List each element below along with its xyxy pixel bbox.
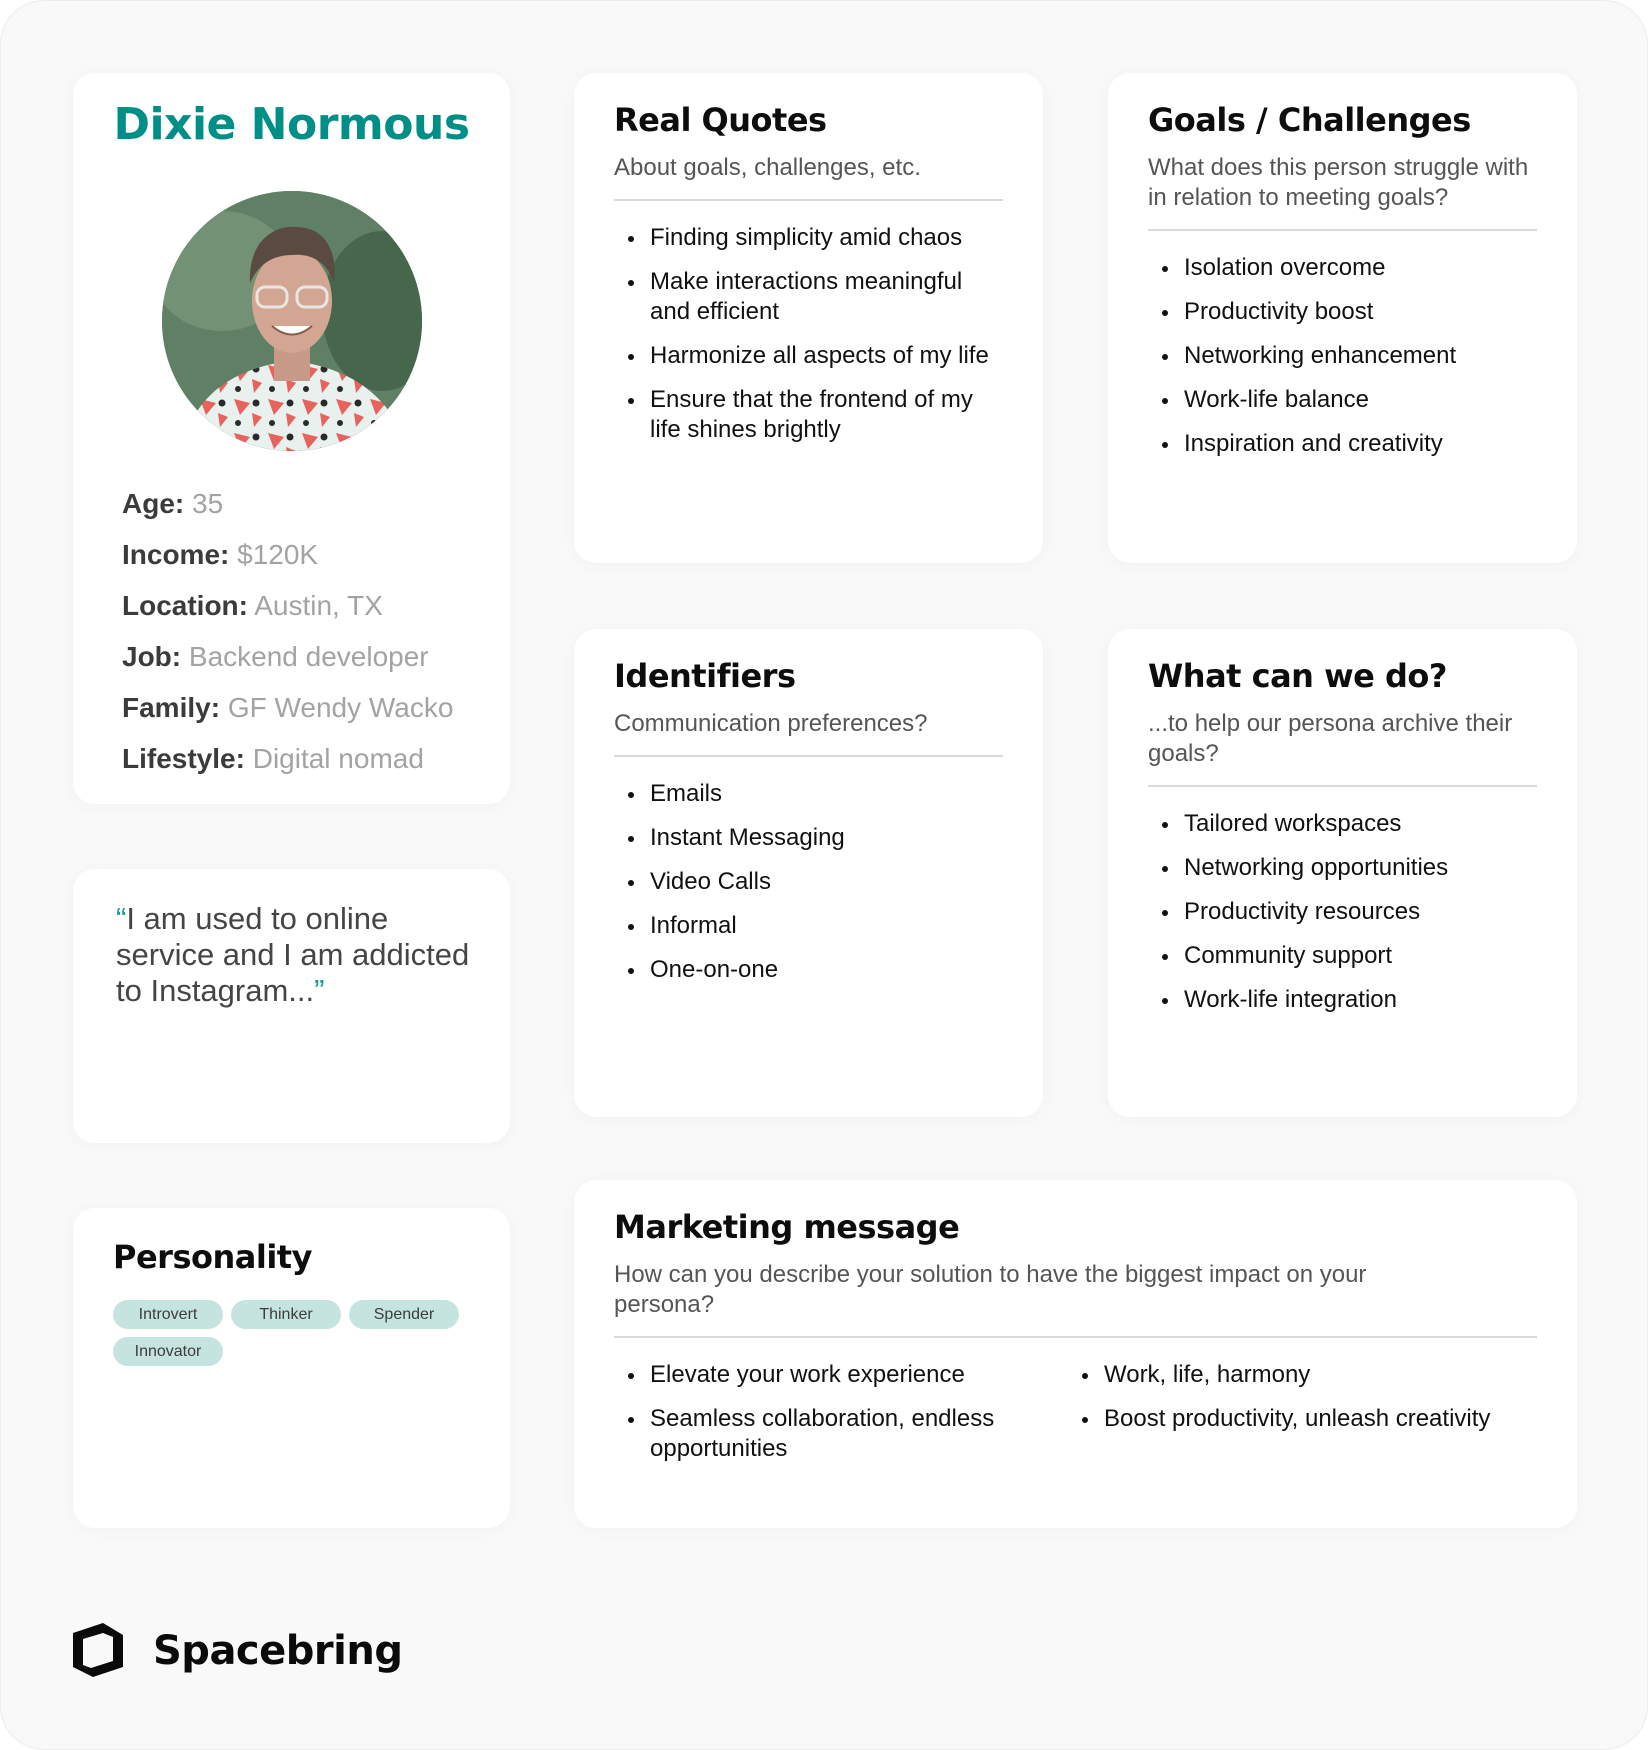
identifiers-list: Emails Instant Messaging Video Calls Inf… — [614, 779, 1003, 985]
list-item: Productivity resources — [1148, 897, 1537, 927]
divider — [614, 755, 1003, 757]
close-quote-mark: ” — [314, 973, 325, 1008]
attribute-label: Job: — [122, 641, 182, 672]
open-quote-mark: “ — [116, 901, 127, 936]
list-item: Work, life, harmony — [1068, 1360, 1522, 1390]
list-item: Harmonize all aspects of my life — [614, 341, 1003, 371]
list-item: Tailored workspaces — [1148, 809, 1537, 839]
attribute-value: 35 — [192, 488, 224, 519]
persona-photo — [162, 191, 422, 451]
spacebring-logo-icon — [73, 1623, 123, 1677]
personality-tags: Introvert Thinker Spender Innovator — [113, 1300, 463, 1366]
personality-tag: Introvert — [113, 1300, 223, 1329]
persona-name: Dixie Normous — [113, 99, 470, 150]
personality-tag: Spender — [349, 1300, 459, 1329]
list-item: Productivity boost — [1148, 297, 1537, 327]
attribute-label: Lifestyle: — [122, 743, 245, 774]
identifiers-title: Identifiers — [614, 657, 796, 695]
what-can-we-do-card: What can we do? ...to help our persona a… — [1108, 629, 1577, 1117]
attribute-value: Backend developer — [188, 641, 429, 672]
persona-attributes: Age: 35 Income: $120K Location: Austin, … — [122, 478, 453, 784]
attribute-location: Location: Austin, TX — [122, 580, 453, 631]
real-quotes-title: Real Quotes — [614, 101, 827, 139]
attribute-value: Austin, TX — [254, 590, 383, 621]
list-item: Make interactions meaningful and efficie… — [614, 267, 1003, 327]
personality-tag: Innovator — [113, 1337, 223, 1366]
list-item: Emails — [614, 779, 1003, 809]
list-item: Informal — [614, 911, 1003, 941]
what-can-we-do-subtitle: ...to help our persona archive their goa… — [1148, 710, 1513, 767]
list-item: Ensure that the frontend of my life shin… — [614, 385, 1003, 445]
list-item: Video Calls — [614, 867, 1003, 897]
list-item: Inspiration and creativity — [1148, 429, 1537, 459]
what-can-we-do-title: What can we do? — [1148, 657, 1447, 695]
attribute-family: Family: GF Wendy Wacko — [122, 682, 453, 733]
divider — [1148, 229, 1537, 231]
brand-logo: Spacebring — [73, 1623, 403, 1679]
marketing-list-right: Work, life, harmony Boost productivity, … — [1068, 1360, 1522, 1478]
attribute-value: GF Wendy Wacko — [227, 692, 454, 723]
attribute-income: Income: $120K — [122, 529, 453, 580]
goals-list: Isolation overcome Productivity boost Ne… — [1148, 253, 1537, 459]
attribute-label: Location: — [122, 590, 248, 621]
list-item: Community support — [1148, 941, 1537, 971]
marketing-message-card: Marketing message How can you describe y… — [574, 1180, 1577, 1528]
persona-photo-illustration — [162, 191, 422, 451]
profile-card: Dixie Normous Age: 35 Income: $120K Loca… — [73, 73, 510, 804]
list-item: Seamless collaboration, endless opportun… — [614, 1404, 1068, 1464]
real-quotes-card: Real Quotes About goals, challenges, etc… — [574, 73, 1043, 563]
marketing-columns: Elevate your work experience Seamless co… — [614, 1338, 1537, 1478]
goals-subtitle: What does this person struggle with in r… — [1148, 154, 1529, 211]
marketing-title: Marketing message — [614, 1208, 960, 1246]
attribute-label: Income: — [122, 539, 230, 570]
list-item: Finding simplicity amid chaos — [614, 223, 1003, 253]
real-quotes-subtitle: About goals, challenges, etc. — [614, 154, 921, 181]
attribute-lifestyle: Lifestyle: Digital nomad — [122, 733, 453, 784]
what-can-we-do-list: Tailored workspaces Networking opportuni… — [1148, 809, 1537, 1015]
marketing-subtitle: How can you describe your solution to ha… — [614, 1261, 1367, 1318]
brand-name: Spacebring — [153, 1628, 403, 1674]
attribute-value: Digital nomad — [252, 743, 424, 774]
personality-title: Personality — [113, 1238, 312, 1276]
persona-canvas: Dixie Normous Age: 35 Income: $120K Loca… — [0, 0, 1648, 1750]
real-quotes-list: Finding simplicity amid chaos Make inter… — [614, 223, 1003, 445]
identifiers-card: Identifiers Communication preferences? E… — [574, 629, 1043, 1117]
list-item: Elevate your work experience — [614, 1360, 1068, 1390]
personality-tag: Thinker — [231, 1300, 341, 1329]
persona-quote-card: “I am used to online service and I am ad… — [73, 869, 510, 1143]
goals-challenges-card: Goals / Challenges What does this person… — [1108, 73, 1577, 563]
list-item: Networking opportunities — [1148, 853, 1537, 883]
list-item: Instant Messaging — [614, 823, 1003, 853]
marketing-list-left: Elevate your work experience Seamless co… — [614, 1360, 1068, 1478]
divider — [1148, 785, 1537, 787]
goals-title: Goals / Challenges — [1148, 101, 1471, 139]
attribute-age: Age: 35 — [122, 478, 453, 529]
attribute-job: Job: Backend developer — [122, 631, 453, 682]
attribute-value: $120K — [237, 539, 319, 570]
list-item: Work-life balance — [1148, 385, 1537, 415]
personality-card: Personality Introvert Thinker Spender In… — [73, 1208, 510, 1528]
list-item: Boost productivity, unleash creativity — [1068, 1404, 1522, 1434]
attribute-label: Age: — [122, 488, 185, 519]
attribute-label: Family: — [122, 692, 221, 723]
quote-text: I am used to online service and I am add… — [116, 901, 470, 1008]
persona-quote: “I am used to online service and I am ad… — [116, 901, 480, 1009]
list-item: Isolation overcome — [1148, 253, 1537, 283]
list-item: One-on-one — [614, 955, 1003, 985]
divider — [614, 199, 1003, 201]
identifiers-subtitle: Communication preferences? — [614, 710, 928, 737]
list-item: Work-life integration — [1148, 985, 1537, 1015]
list-item: Networking enhancement — [1148, 341, 1537, 371]
